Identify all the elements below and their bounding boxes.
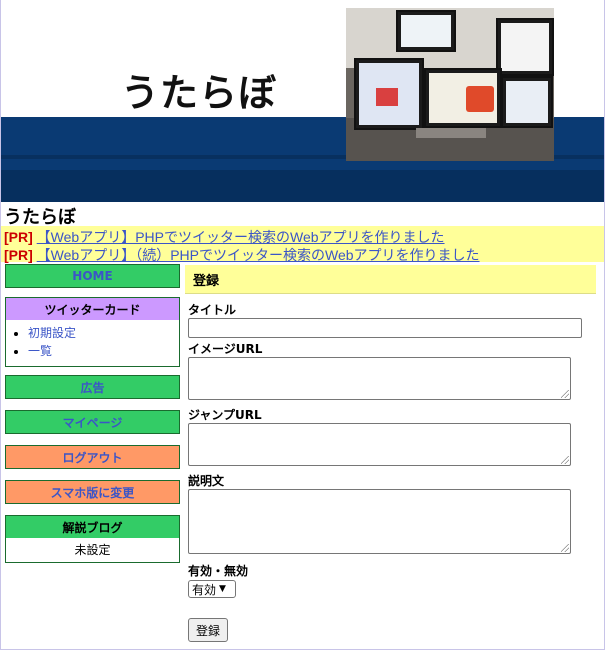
menu-item-label[interactable]: 初期設定 [28, 326, 76, 340]
site-logo: うたらぼ [121, 71, 278, 115]
logout-button[interactable]: ログアウト [5, 445, 180, 469]
form-heading: 登録 [185, 265, 596, 294]
image-url-label: イメージURL [188, 342, 263, 356]
switch-mobile-button[interactable]: スマホ版に変更 [5, 480, 180, 504]
status-select[interactable]: 有効 ▼ [188, 580, 236, 598]
pr-line: [PR] 【Webアプリ】（続）PHPでツイッター検索のWebアプリを作りました [4, 245, 480, 263]
pr-bar: [PR] 【Webアプリ】PHPでツイッター検索のWebアプリを作りました [P… [1, 226, 604, 263]
pr-line: [PR] 【Webアプリ】PHPでツイッター検索のWebアプリを作りました [4, 227, 445, 245]
resize-grip-icon[interactable] [561, 390, 569, 398]
jump-url-label: ジャンプURL [188, 408, 262, 422]
blog-box: 解説ブログ 未設定 [5, 515, 180, 563]
chevron-down-icon: ▼ [219, 584, 226, 594]
status-selected: 有効 [192, 582, 217, 597]
home-button[interactable]: HOME [5, 264, 180, 288]
twitter-card-list: 初期設定 一覧 [6, 324, 179, 360]
menu-item-label[interactable]: 一覧 [28, 344, 52, 358]
header-photo [346, 8, 554, 161]
jump-url-textarea[interactable] [188, 423, 571, 466]
pr-link[interactable]: 【Webアプリ】PHPでツイッター検索のWebアプリを作りました [37, 229, 445, 245]
resize-grip-icon[interactable] [561, 456, 569, 464]
pr-tag: [PR] [4, 247, 33, 263]
ads-button[interactable]: 広告 [5, 375, 180, 399]
banner-stripe-base [1, 170, 604, 202]
title-label: タイトル [188, 303, 237, 317]
blog-value: 未設定 [74, 543, 111, 557]
pr-tag: [PR] [4, 229, 33, 245]
menu-item-initial-settings[interactable]: 初期設定 [28, 324, 179, 342]
pr-link[interactable]: 【Webアプリ】（続）PHPでツイッター検索のWebアプリを作りました [37, 247, 480, 263]
blog-title: 解説ブログ [6, 516, 179, 538]
twitter-card-title: ツイッターカード [6, 298, 179, 320]
twitter-card-menu: ツイッターカード 初期設定 一覧 [5, 297, 180, 367]
resize-grip-icon[interactable] [561, 544, 569, 552]
status-label: 有効・無効 [188, 564, 249, 578]
description-label: 説明文 [188, 474, 225, 488]
mypage-button[interactable]: マイページ [5, 410, 180, 434]
header-banner: うたらぼ [1, 0, 604, 202]
title-input[interactable] [188, 318, 582, 338]
description-textarea[interactable] [188, 489, 571, 554]
submit-button[interactable]: 登録 [188, 618, 228, 642]
menu-item-list[interactable]: 一覧 [28, 342, 179, 360]
image-url-textarea[interactable] [188, 357, 571, 400]
